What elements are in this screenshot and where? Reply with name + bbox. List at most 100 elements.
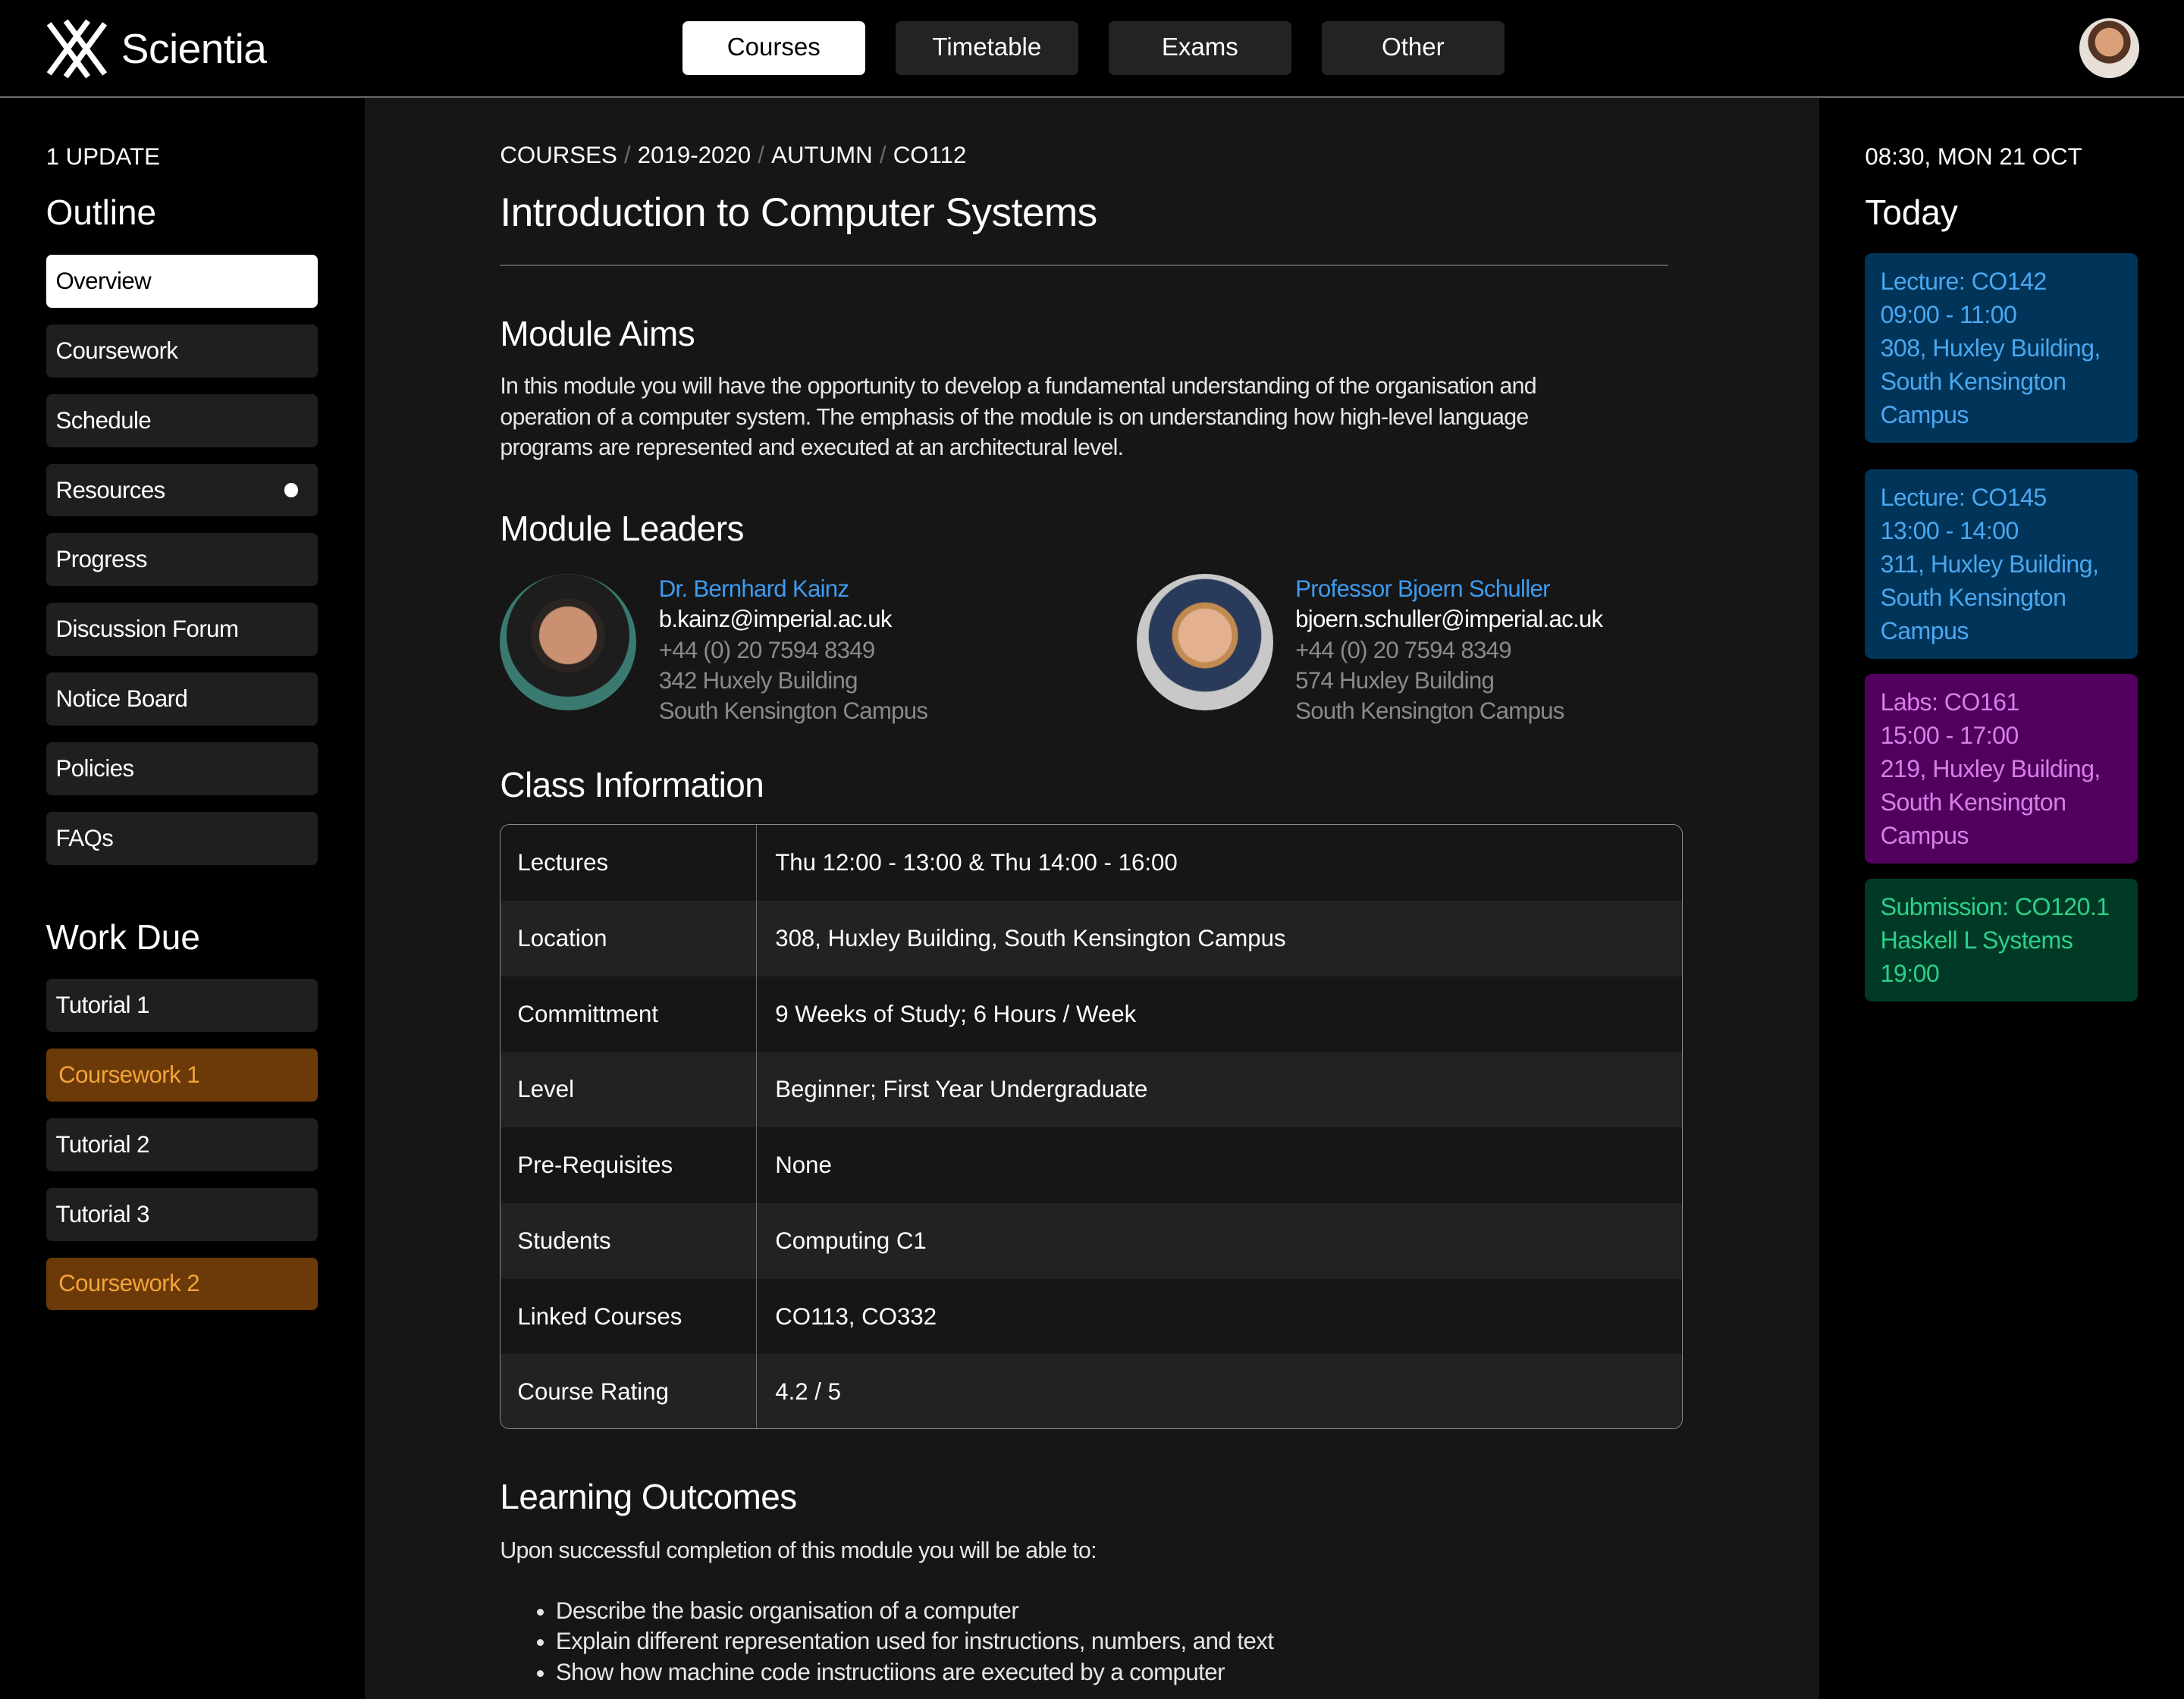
event-detail: 311, Huxley Building, — [1880, 550, 2099, 578]
leader-campus: South Kensington Campus — [1295, 697, 1564, 725]
leader-phone: +44 (0) 20 7594 8349 — [1295, 636, 1511, 663]
learning-outcomes-intro: Upon successful completion of this modul… — [500, 1538, 1097, 1563]
today-heading: Today — [1865, 193, 1958, 233]
table-row: Location 308, Huxley Building, South Kens… — [500, 901, 1682, 976]
leader-photo — [1136, 573, 1273, 710]
left-sidebar: 1 UPDATE Outline Overview Coursework Sch… — [0, 97, 366, 1699]
row-label: Level — [500, 1052, 758, 1128]
event-detail: Campus — [1880, 821, 1969, 849]
sidebar-item-faqs[interactable]: FAQs — [46, 811, 318, 865]
row-value: None — [775, 1152, 832, 1179]
event-detail: South Kensington — [1880, 583, 2066, 611]
event-detail: 13:00 - 14:00 — [1880, 516, 2019, 544]
list-item: Show how machine code instructiions are … — [556, 1657, 1274, 1688]
leader-email[interactable]: b.kainz@imperial.ac.uk — [659, 604, 928, 635]
event-detail: 09:00 - 11:00 — [1880, 301, 2017, 329]
event-title: Lecture: CO142 — [1880, 267, 2048, 295]
leader-email[interactable]: bjoern.schuller@imperial.ac.uk — [1295, 604, 1603, 635]
leader-name-link[interactable]: Dr. Bernhard Kainz — [659, 574, 928, 604]
table-row: Level Beginner; First Year Undergraduate — [500, 1052, 1682, 1128]
list-item: Explain different representation used fo… — [556, 1626, 1274, 1657]
learning-outcomes-heading: Learning Outcomes — [500, 1476, 797, 1516]
table-row: Lectures Thu 12:00 - 13:00 & Thu 14:00 - … — [500, 825, 1682, 901]
sidebar-item-resources[interactable]: Resources — [46, 463, 318, 517]
leader-card: Dr. Bernhard Kainz b.kainz@imperial.ac.u… — [500, 573, 928, 727]
event-card[interactable]: Lecture: CO142 09:00 - 11:00 308, Huxley B… — [1865, 253, 2138, 444]
leader-name-link[interactable]: Professor Bjoern Schuller — [1295, 574, 1602, 604]
work-due-coursework-1[interactable]: Coursework 1 — [46, 1049, 318, 1102]
event-detail: 19:00 — [1880, 959, 1940, 987]
row-value: CO113, CO332 — [775, 1302, 937, 1330]
row-label: Linked Courses — [500, 1278, 758, 1355]
tab-exams[interactable]: Exams — [1109, 20, 1291, 76]
main-nav: Courses Timetable Exams Other — [682, 20, 1505, 76]
sidebar-item-coursework[interactable]: Coursework — [46, 324, 318, 378]
breadcrumb-course: CO112 — [893, 142, 967, 169]
event-detail: South Kensington — [1880, 788, 2066, 816]
leader-card: Professor Bjoern Schuller bjoern.schulle… — [1136, 573, 1603, 727]
sidebar-item-schedule[interactable]: Schedule — [46, 393, 318, 447]
event-card[interactable]: Labs: CO161 15:00 - 17:00 219, Huxley Buil… — [1865, 673, 2138, 864]
work-due-coursework-2[interactable]: Coursework 2 — [46, 1257, 318, 1311]
current-datetime: 08:30, MON 21 OCT — [1865, 143, 2082, 171]
breadcrumb-separator: / — [879, 142, 886, 169]
top-bar: Scientia Courses Timetable Exams Other — [0, 0, 2184, 98]
outline-heading: Outline — [46, 193, 157, 233]
row-label: Students — [500, 1203, 758, 1279]
sidebar-item-progress[interactable]: Progress — [46, 533, 318, 587]
work-due-tutorial-3[interactable]: Tutorial 3 — [46, 1187, 318, 1241]
breadcrumb-term[interactable]: AUTUMN — [771, 142, 873, 168]
sidebar-item-policies[interactable]: Policies — [46, 741, 318, 795]
sidebar-item-label: Resources — [55, 476, 165, 503]
event-card[interactable]: Lecture: CO145 13:00 - 14:00 311, Huxley B… — [1865, 469, 2138, 659]
event-detail: 219, Huxley Building, — [1880, 754, 2101, 782]
row-value: 4.2 / 5 — [775, 1378, 841, 1406]
breadcrumb-courses[interactable]: COURSES — [500, 142, 617, 168]
event-title: Labs: CO161 — [1880, 688, 2020, 716]
table-row: Pre-Requisites None — [500, 1127, 1682, 1203]
sidebar-item-notice-board[interactable]: Notice Board — [46, 672, 318, 726]
tab-courses[interactable]: Courses — [682, 20, 865, 76]
module-aims-text: In this module you will have the opportu… — [500, 374, 1536, 461]
scientia-logo-icon — [46, 19, 107, 79]
page-title: Introduction to Computer Systems — [500, 190, 1097, 235]
work-due-tutorial-1[interactable]: Tutorial 1 — [46, 979, 318, 1032]
list-item: Describe the basic organisation of a com… — [556, 1596, 1274, 1626]
sidebar-item-discussion-forum[interactable]: Discussion Forum — [46, 603, 318, 657]
module-aims-heading: Module Aims — [500, 314, 695, 354]
tab-timetable[interactable]: Timetable — [896, 20, 1078, 76]
event-title: Submission: CO120.1 — [1880, 892, 2110, 920]
event-detail: 15:00 - 17:00 — [1880, 721, 2019, 749]
main-content: COURSES/2019-2020/AUTUMN / CO112 Introduct… — [365, 97, 1819, 1699]
event-title: Lecture: CO145 — [1880, 483, 2048, 511]
brand-name: Scientia — [121, 25, 267, 73]
row-label: Lectures — [500, 825, 758, 901]
leader-room: 574 Huxley Building — [1295, 666, 1495, 694]
event-detail: South Kensington — [1880, 368, 2066, 396]
learning-outcomes-list: Describe the basic organisation of a com… — [500, 1596, 1274, 1688]
work-due-tutorial-2[interactable]: Tutorial 2 — [46, 1118, 318, 1171]
event-detail: Campus — [1880, 401, 1969, 429]
breadcrumb: COURSES/2019-2020/AUTUMN / CO112 — [500, 142, 966, 169]
update-count: 1 UPDATE — [46, 143, 160, 171]
event-detail: Campus — [1880, 616, 1969, 644]
row-value: Thu 12:00 - 13:00 & Thu 14:00 - 16:00 — [775, 849, 1178, 876]
breadcrumb-separator: / — [758, 142, 764, 169]
class-info-heading: Class Information — [500, 765, 764, 805]
event-card[interactable]: Submission: CO120.1 Haskell L Systems 19:0… — [1865, 878, 2138, 1002]
leader-photo — [500, 573, 637, 710]
row-label: Location — [500, 901, 758, 976]
tab-other[interactable]: Other — [1322, 20, 1505, 76]
table-row: Linked Courses CO113, CO332 — [500, 1278, 1682, 1355]
row-value: 308, Huxley Building, South Kensington C… — [775, 924, 1286, 951]
event-detail: Haskell L Systems — [1880, 926, 2073, 954]
brand-logo[interactable]: Scientia — [46, 18, 267, 80]
leader-campus: South Kensington Campus — [658, 697, 928, 725]
breadcrumb-year[interactable]: 2019-2020 — [638, 142, 751, 168]
user-avatar[interactable] — [2079, 17, 2140, 78]
row-label: Committment — [500, 976, 758, 1052]
row-value: Computing C1 — [775, 1227, 927, 1254]
sidebar-item-overview[interactable]: Overview — [46, 255, 318, 308]
class-info-table: Lectures Thu 12:00 - 13:00 & Thu 14:00 - … — [500, 824, 1683, 1429]
leader-phone: +44 (0) 20 7594 8349 — [658, 636, 875, 663]
